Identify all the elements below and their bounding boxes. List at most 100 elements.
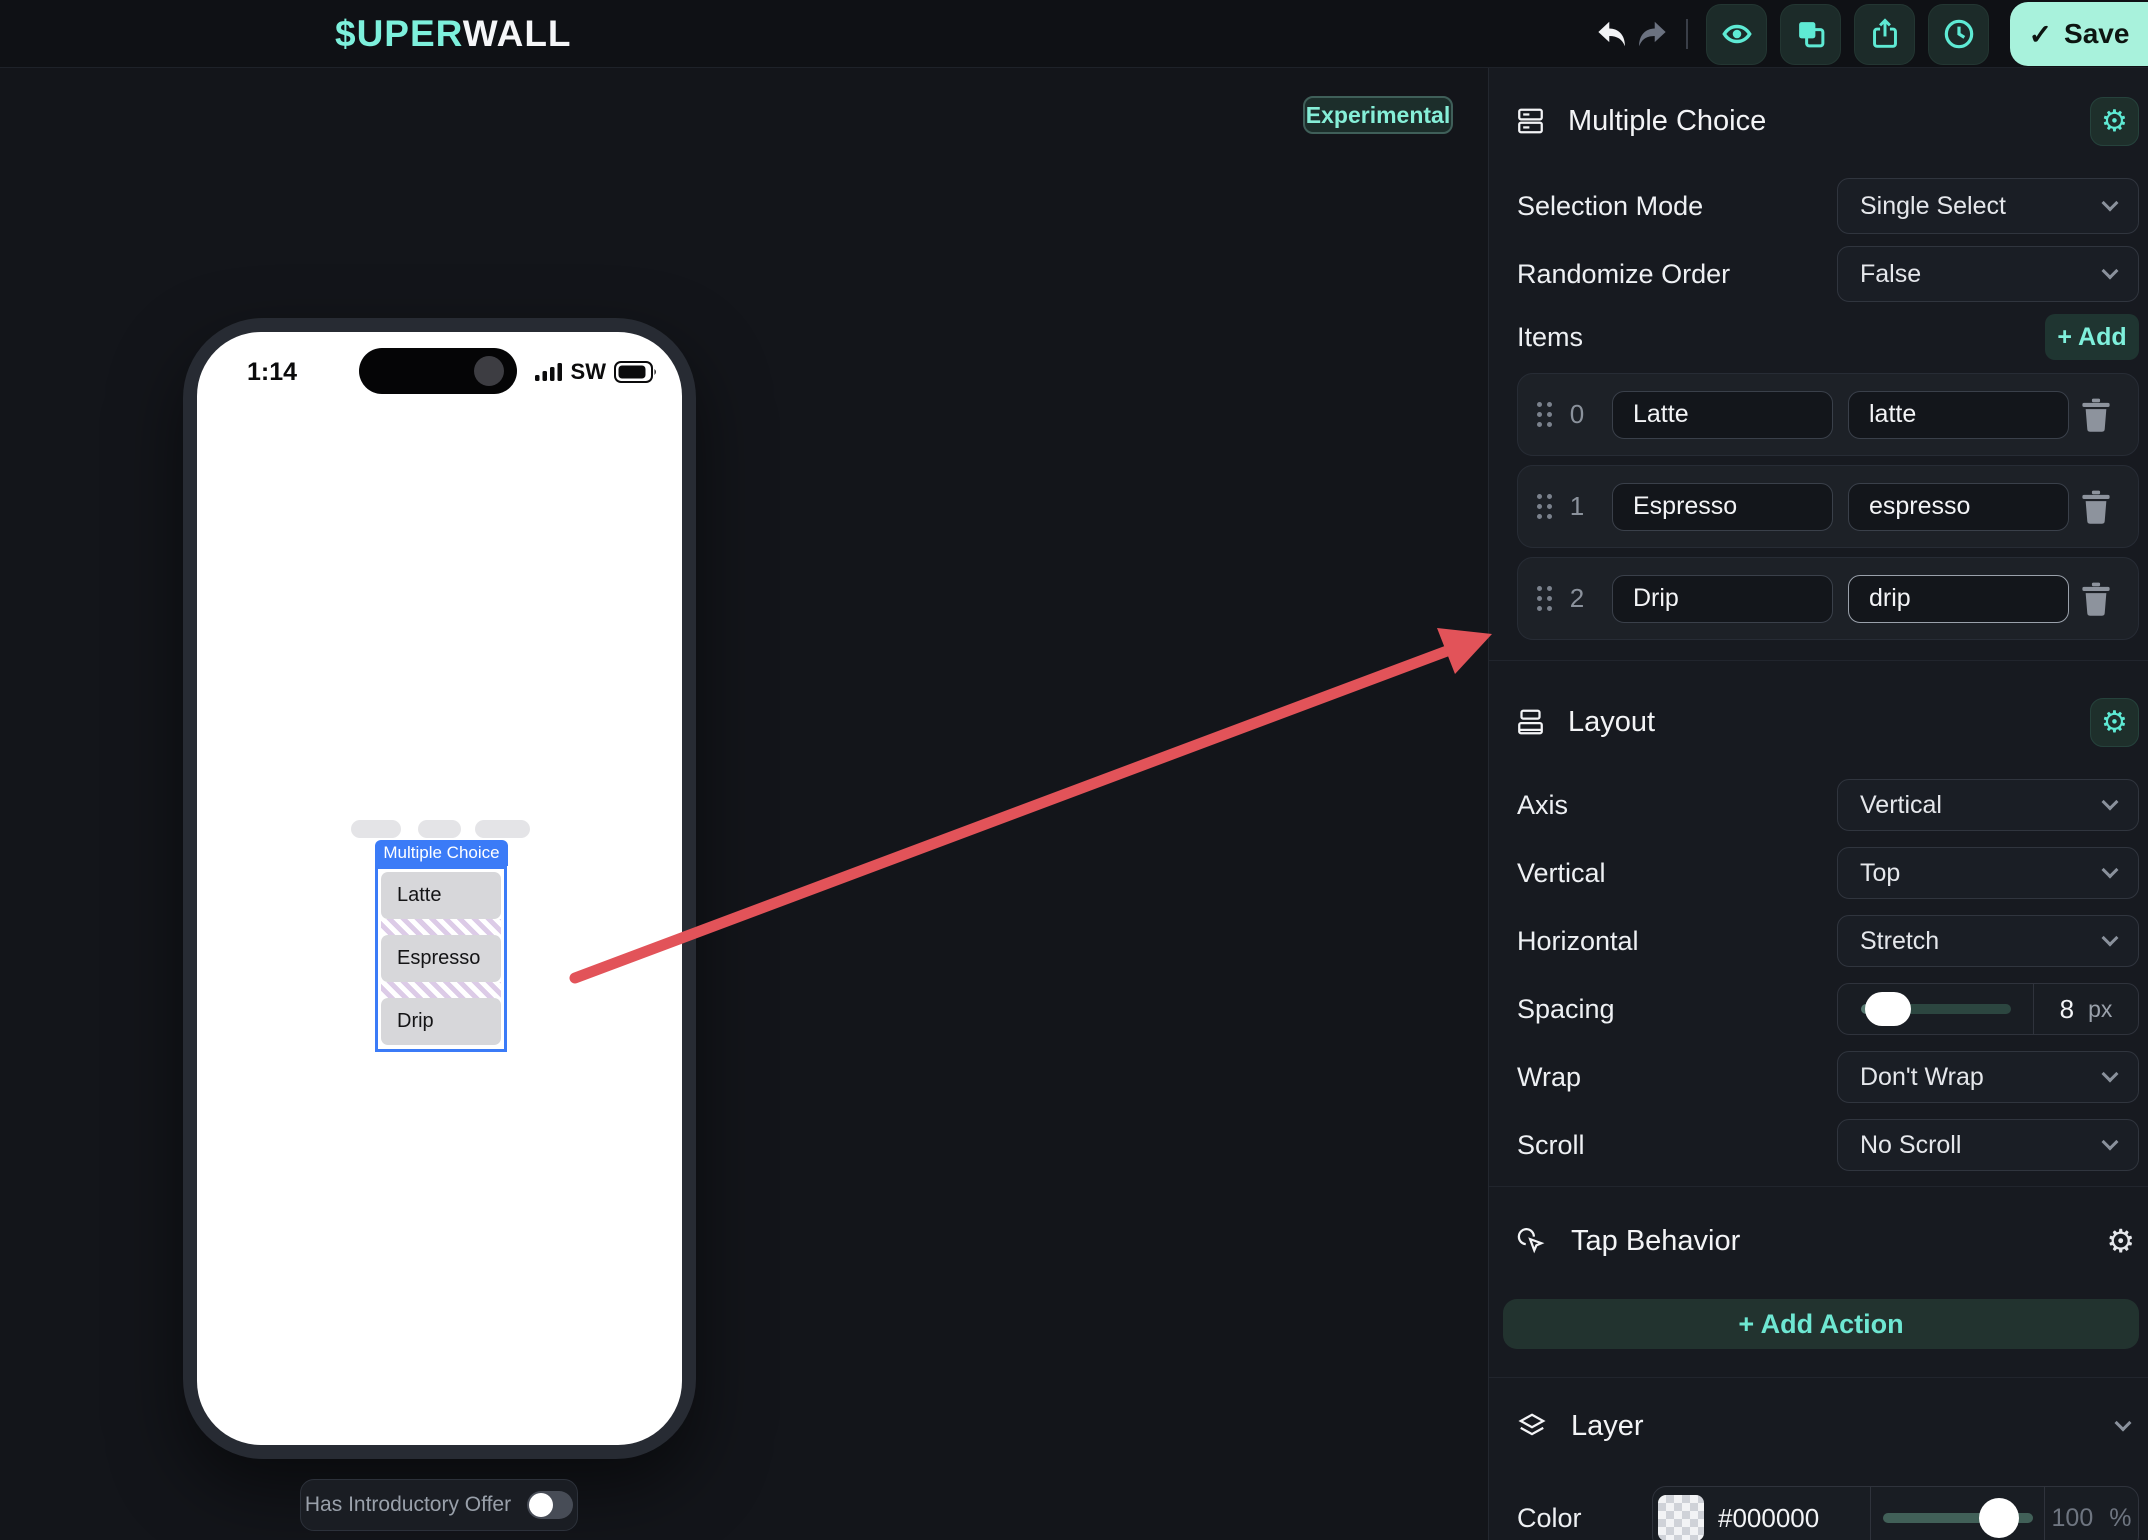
scroll-dropdown[interactable]: No Scroll [1837, 1119, 2139, 1171]
chevron-down-icon [2101, 262, 2119, 280]
history-button[interactable] [1928, 3, 1989, 65]
color-label: Color [1517, 1502, 1582, 1533]
section-header: Layout ⚙ [1517, 697, 2139, 747]
redo-icon [1635, 19, 1669, 49]
duplicate-button[interactable] [1780, 3, 1841, 65]
status-icons: SW [534, 359, 658, 385]
superwall-logo: $UPERWALL [335, 13, 572, 55]
choice-option[interactable]: Latte [381, 872, 501, 919]
randomize-order-row: Randomize Order False [1517, 246, 2139, 302]
wrap-dropdown[interactable]: Don't Wrap [1837, 1051, 2139, 1103]
axis-row: Axis Vertical [1517, 779, 2139, 831]
selection-mode-dropdown[interactable]: Single Select [1837, 178, 2139, 234]
randomize-order-dropdown[interactable]: False [1837, 246, 2139, 302]
gear-icon: ⚙ [2106, 1223, 2135, 1259]
chevron-down-icon [2101, 194, 2119, 212]
tap-icon [1517, 1226, 1547, 1256]
selection-mode-row: Selection Mode Single Select [1517, 178, 2139, 234]
opacity-value[interactable]: 100 [2052, 1504, 2094, 1533]
carrier-label: SW [570, 359, 606, 384]
item-label-input[interactable] [1612, 482, 1833, 531]
choice-option[interactable]: Drip [381, 998, 501, 1045]
color-control: #000000 100 % [1652, 1486, 2139, 1540]
export-button[interactable] [1854, 3, 1915, 65]
drag-handle-icon[interactable] [1537, 586, 1552, 611]
multiple-choice-widget[interactable]: Latte Espresso Drip [375, 866, 507, 1052]
battery-icon [614, 361, 658, 383]
items-label: Items [1517, 321, 1584, 352]
chevron-down-icon [2101, 929, 2119, 947]
add-item-button[interactable]: + Add [2045, 314, 2139, 360]
eye-icon [1721, 18, 1753, 50]
spacing-slider[interactable] [1838, 984, 2034, 1034]
chevron-down-icon [2101, 1065, 2119, 1083]
slider-thumb[interactable] [1864, 992, 1911, 1026]
signal-icon [534, 362, 563, 382]
placeholder-bar [475, 820, 530, 838]
intro-offer-toggle[interactable] [527, 1491, 574, 1519]
experimental-badge: Experimental [1303, 96, 1453, 134]
opacity-slider[interactable] [1871, 1487, 2045, 1540]
chevron-down-icon [2101, 793, 2119, 811]
selection-mode-value: Single Select [1860, 191, 2006, 220]
undo-button[interactable] [1592, 9, 1632, 59]
selected-widget-tag[interactable]: Multiple Choice [375, 840, 508, 866]
vertical-label: Vertical [1517, 857, 1606, 888]
horizontal-row: Horizontal Stretch [1517, 915, 2139, 967]
spacing-label: Spacing [1517, 993, 1615, 1024]
choice-option[interactable]: Espresso [381, 935, 501, 982]
scroll-value: No Scroll [1860, 1130, 1962, 1159]
drag-handle-icon[interactable] [1537, 402, 1552, 427]
logo-prefix: $UPER [335, 12, 463, 54]
axis-dropdown[interactable]: Vertical [1837, 779, 2139, 831]
properties-panel: Multiple Choice ⚙ Selection Mode Single … [1488, 68, 2148, 1540]
gear-icon: ⚙ [2101, 104, 2128, 138]
color-value-segment: #000000 [1653, 1487, 1871, 1540]
vertical-dropdown[interactable]: Top [1837, 847, 2139, 899]
item-label-input[interactable] [1612, 574, 1833, 623]
spacing-value[interactable]: 8 [2060, 994, 2074, 1025]
section-header: Tap Behavior ⚙ [1517, 1219, 2139, 1263]
layout-icon [1517, 707, 1544, 737]
spacing-control: 8 px [1837, 983, 2139, 1035]
color-hex-value[interactable]: #000000 [1718, 1503, 1819, 1534]
redo-button[interactable] [1632, 9, 1672, 59]
horizontal-value: Stretch [1860, 926, 1940, 955]
horizontal-dropdown[interactable]: Stretch [1837, 915, 2139, 967]
section-header: Multiple Choice ⚙ [1517, 96, 2139, 146]
toggle-knob [529, 1493, 554, 1517]
section-multiple-choice: Multiple Choice ⚙ Selection Mode Single … [1489, 68, 2148, 661]
section-title: Layout [1568, 705, 1656, 738]
axis-value: Vertical [1860, 790, 1942, 819]
layout-settings-button[interactable]: ⚙ [2090, 697, 2139, 747]
tap-behavior-settings-button[interactable]: ⚙ [2106, 1222, 2135, 1260]
add-action-button[interactable]: + Add Action [1503, 1299, 2139, 1349]
delete-item-button[interactable] [2081, 582, 2111, 616]
multiple-choice-settings-button[interactable]: ⚙ [2090, 96, 2139, 146]
slider-thumb[interactable] [1978, 1498, 2019, 1538]
color-swatch[interactable] [1658, 1495, 1704, 1540]
preview-button[interactable] [1706, 3, 1767, 65]
slider-track[interactable] [1860, 992, 2011, 1026]
chevron-down-icon[interactable] [2114, 1414, 2132, 1432]
drag-handle-icon[interactable] [1537, 494, 1552, 519]
section-header: Layer [1517, 1404, 2139, 1448]
copy-icon [1796, 19, 1826, 49]
spacing-value-box: 8 px [2034, 984, 2138, 1034]
item-value-input[interactable] [1848, 574, 2069, 623]
section-tap-behavior: Tap Behavior ⚙ + Add Action [1489, 1187, 2148, 1378]
delete-item-button[interactable] [2081, 398, 2111, 432]
delete-item-button[interactable] [2081, 490, 2111, 524]
horizontal-label: Horizontal [1517, 925, 1639, 956]
placeholder-bar [351, 820, 401, 838]
item-index: 0 [1569, 399, 1585, 429]
opacity-unit: % [2109, 1503, 2132, 1532]
dynamic-island [359, 348, 517, 394]
item-value-input[interactable] [1848, 390, 2069, 439]
save-button[interactable]: ✓ Save [2010, 2, 2148, 66]
item-value-input[interactable] [1848, 482, 2069, 531]
scroll-label: Scroll [1517, 1129, 1585, 1160]
item-label-input[interactable] [1612, 390, 1833, 439]
slider-track[interactable] [1882, 1498, 2033, 1538]
section-layout: Layout ⚙ Axis Vertical Vertical Top Hori… [1489, 661, 2148, 1187]
